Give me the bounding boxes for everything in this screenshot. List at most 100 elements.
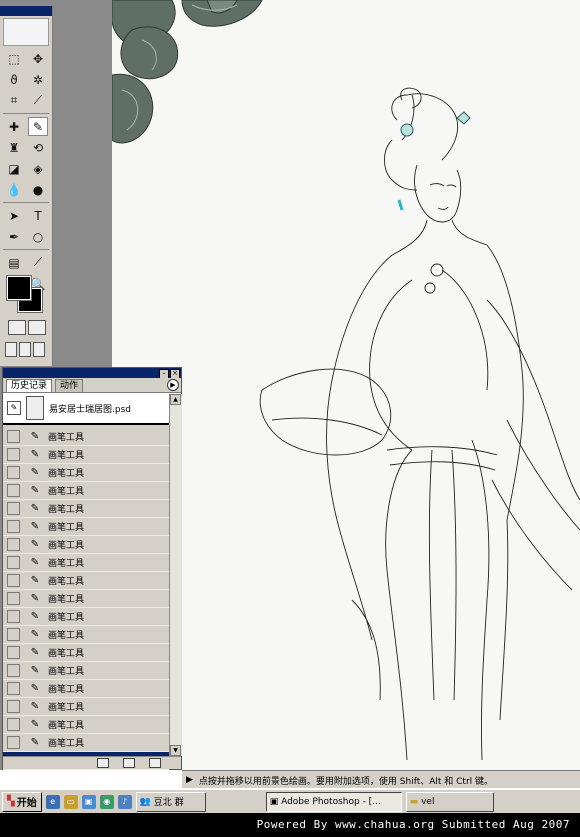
history-state-row[interactable]: ✎ 画笔工具 xyxy=(3,482,169,500)
history-state-row[interactable]: ✎ 画笔工具 xyxy=(3,536,169,554)
history-state-label: 画笔工具 xyxy=(48,703,85,713)
history-state-row[interactable]: ✎ 画笔工具 xyxy=(3,446,169,464)
eyedropper-icon[interactable]: ⟋ xyxy=(28,253,48,272)
taskbar-task-qq-group[interactable]: 👥 豆北 群 xyxy=(135,791,206,812)
history-state-row[interactable]: ✎ 画笔工具 xyxy=(3,626,169,644)
history-state-row[interactable]: ✎ 画笔工具 xyxy=(3,500,169,518)
history-state-row[interactable]: ✎ 画笔工具 xyxy=(3,518,169,536)
snapshot-row[interactable]: ✎ 易安居士瑞居图.psd xyxy=(3,393,181,425)
blur-tool-icon[interactable]: 💧 xyxy=(4,180,24,199)
desktop-quicklaunch-icon[interactable]: ▣ xyxy=(81,794,96,809)
history-source-checkbox[interactable] xyxy=(7,556,20,569)
history-source-checkbox[interactable] xyxy=(7,682,20,695)
brush-icon: ✎ xyxy=(30,503,40,514)
move-tool-icon[interactable]: ✥ xyxy=(28,49,48,68)
tab-actions[interactable]: 动作 xyxy=(55,379,84,392)
lasso-tool-icon[interactable]: ϑ xyxy=(4,70,24,89)
dodge-tool-icon[interactable]: ● xyxy=(28,180,48,199)
history-state-label: 画笔工具 xyxy=(48,685,85,695)
screen-mode-full-menu[interactable] xyxy=(19,342,31,357)
pen-tool-icon[interactable]: ✒ xyxy=(4,227,24,246)
history-source-checkbox[interactable] xyxy=(7,664,20,677)
taskbar-task-folder[interactable]: ▬ vel xyxy=(405,791,494,812)
credit-text: Powered By www.chahua.org Submitted Aug … xyxy=(256,818,570,831)
marquee-tool-icon[interactable]: ⬚ xyxy=(4,49,24,68)
history-state-row[interactable]: ✎ 画笔工具 xyxy=(3,608,169,626)
shape-tool-icon[interactable]: ○ xyxy=(28,227,48,246)
history-state-row[interactable]: ✎ 画笔工具 xyxy=(3,644,169,662)
status-arrow-icon[interactable]: ▶ xyxy=(186,775,193,785)
brush-icon: ✎ xyxy=(30,593,40,604)
history-state-row[interactable]: ✎ 画笔工具 xyxy=(3,554,169,572)
history-state-label: 画笔工具 xyxy=(48,433,85,443)
history-state-row[interactable]: ✎ 画笔工具 xyxy=(3,680,169,698)
history-source-checkbox[interactable] xyxy=(7,646,20,659)
screen-mode-standard[interactable] xyxy=(5,342,17,357)
screen-mode-full[interactable] xyxy=(33,342,45,357)
quick-mask-button[interactable] xyxy=(28,320,46,335)
taskbar-task-photoshop[interactable]: ▣ Adobe Photoshop - [... xyxy=(265,791,402,812)
history-source-checkbox[interactable] xyxy=(7,610,20,623)
history-state-row[interactable]: ✎ 画笔工具 xyxy=(3,662,169,680)
history-source-checkbox[interactable] xyxy=(7,736,20,749)
toolbox-titlebar[interactable] xyxy=(0,6,52,16)
history-state-row[interactable]: ✎ 画笔工具 xyxy=(3,734,169,752)
new-snapshot-icon[interactable] xyxy=(123,758,135,768)
foreground-color-swatch[interactable] xyxy=(6,275,32,301)
history-state-row[interactable]: ✎ 画笔工具 xyxy=(3,698,169,716)
history-state-label: 画笔工具 xyxy=(48,469,85,479)
toolbox: ⬚✥ ϑ✲ ⌗⟋ ✚✎ ♜⟲ ◪◈ 💧● ➤T ✒○ ▤⟋ ✋🔍 xyxy=(0,6,53,366)
tab-history[interactable]: 历史记录 xyxy=(6,379,53,392)
new-document-from-state-icon[interactable] xyxy=(97,758,109,768)
history-brush-source-icon[interactable]: ✎ xyxy=(7,401,21,415)
notes-tool-icon[interactable]: ▤ xyxy=(4,253,24,272)
healing-brush-icon[interactable]: ✚ xyxy=(4,117,24,136)
history-source-checkbox[interactable] xyxy=(7,592,20,605)
eraser-tool-icon[interactable]: ◪ xyxy=(4,159,24,178)
history-source-checkbox[interactable] xyxy=(7,718,20,731)
panel-menu-arrow-icon[interactable]: ▶ xyxy=(167,379,179,391)
artwork-illustration xyxy=(112,0,580,761)
history-source-checkbox[interactable] xyxy=(7,484,20,497)
clone-stamp-icon[interactable]: ♜ xyxy=(4,138,24,157)
history-state-row[interactable]: ✎ 画笔工具 xyxy=(3,428,169,446)
windows-taskbar: ▚ 开始 e ▭ ▣ ◉ ♪ 👥 豆北 群 ▣ Adobe Photoshop … xyxy=(0,788,580,813)
history-scrollbar[interactable]: ▲ ▼ xyxy=(169,394,182,756)
history-state-row[interactable]: ✎ 画笔工具 xyxy=(3,590,169,608)
type-tool-icon[interactable]: T xyxy=(28,206,48,225)
ie-quicklaunch-icon[interactable]: e xyxy=(45,794,60,809)
brush-tool-icon[interactable]: ✎ xyxy=(28,117,48,136)
start-button[interactable]: ▚ 开始 xyxy=(2,791,42,812)
people-icon: 👥 xyxy=(139,796,151,807)
windows-logo-icon: ▚ xyxy=(7,796,15,807)
delete-state-icon[interactable] xyxy=(149,758,161,768)
history-source-checkbox[interactable] xyxy=(7,574,20,587)
slice-tool-icon[interactable]: ⟋ xyxy=(28,91,48,110)
messenger-quicklaunch-icon[interactable]: ◉ xyxy=(99,794,114,809)
paint-bucket-icon[interactable]: ◈ xyxy=(28,159,48,178)
image-canvas[interactable] xyxy=(112,0,580,770)
history-source-checkbox[interactable] xyxy=(7,466,20,479)
standard-mode-button[interactable] xyxy=(8,320,26,335)
history-panel-titlebar[interactable]: – × xyxy=(3,368,181,379)
history-source-checkbox[interactable] xyxy=(7,448,20,461)
history-source-checkbox[interactable] xyxy=(7,538,20,551)
scroll-up-icon[interactable]: ▲ xyxy=(170,394,181,405)
history-brush-icon[interactable]: ⟲ xyxy=(28,138,48,157)
history-state-row[interactable]: ✎ 画笔工具 xyxy=(3,464,169,482)
crop-tool-icon[interactable]: ⌗ xyxy=(4,91,24,110)
path-select-icon[interactable]: ➤ xyxy=(4,206,24,225)
history-state-row[interactable]: ✎ 画笔工具 xyxy=(3,572,169,590)
history-source-checkbox[interactable] xyxy=(7,430,20,443)
history-source-checkbox[interactable] xyxy=(7,700,20,713)
scroll-down-icon[interactable]: ▼ xyxy=(170,745,181,756)
magic-wand-icon[interactable]: ✲ xyxy=(28,70,48,89)
photoshop-logo[interactable] xyxy=(3,18,49,46)
media-quicklaunch-icon[interactable]: ♪ xyxy=(117,794,132,809)
history-state-row[interactable]: ✎ 画笔工具 xyxy=(3,716,169,734)
history-source-checkbox[interactable] xyxy=(7,628,20,641)
explorer-quicklaunch-icon[interactable]: ▭ xyxy=(63,794,78,809)
history-source-checkbox[interactable] xyxy=(7,520,20,533)
history-state-label: 画笔工具 xyxy=(48,631,85,641)
history-source-checkbox[interactable] xyxy=(7,502,20,515)
